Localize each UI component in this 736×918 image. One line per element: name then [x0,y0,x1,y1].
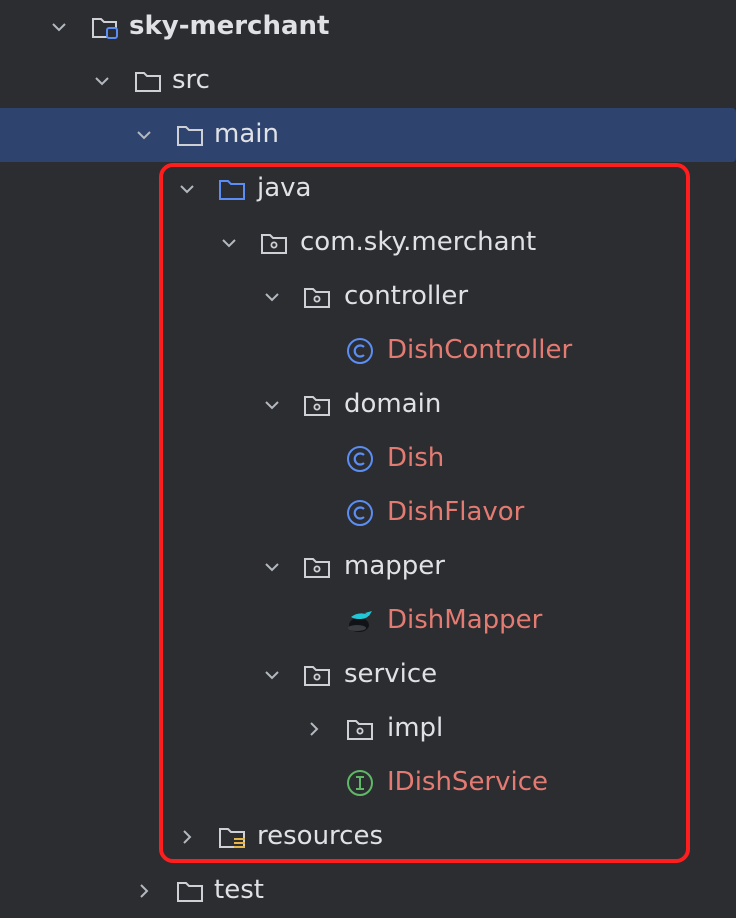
tree-row-dish-flavor[interactable]: DishFlavor [0,486,736,540]
chevron-down-icon[interactable] [261,664,283,686]
chevron-down-icon[interactable] [91,70,113,92]
tree-label: controller [344,281,469,311]
java-interface-icon [345,769,375,797]
tree-label: domain [344,389,442,419]
tree-label: Dish [387,443,445,473]
tree-label: DishMapper [387,605,543,635]
folder-icon [175,877,205,905]
tree-label: java [257,173,312,203]
chevron-down-icon[interactable] [133,124,155,146]
mybatis-mapper-icon [345,607,375,635]
package-icon [302,553,332,581]
tree-label: com.sky.merchant [300,227,537,257]
tree-row-java[interactable]: java [0,162,736,216]
module-folder-icon [90,13,120,41]
tree-row-impl[interactable]: impl [0,702,736,756]
chevron-down-icon[interactable] [261,394,283,416]
chevron-down-icon[interactable] [261,286,283,308]
tree-row-com-sky-merchant[interactable]: com.sky.merchant [0,216,736,270]
tree-row-dish[interactable]: Dish [0,432,736,486]
tree-label: impl [387,713,444,743]
package-icon [302,283,332,311]
tree-label: src [172,65,210,95]
source-root-folder-icon [217,175,247,203]
chevron-down-icon[interactable] [48,16,70,38]
java-class-icon [345,445,375,473]
java-class-icon [345,337,375,365]
tree-label: test [214,875,264,905]
tree-label: service [344,659,438,689]
tree-label: mapper [344,551,445,581]
package-icon [259,229,289,257]
chevron-right-icon[interactable] [303,718,325,740]
tree-label: DishController [387,335,573,365]
tree-label: DishFlavor [387,497,525,527]
tree-label: sky-merchant [129,11,330,41]
chevron-down-icon[interactable] [176,178,198,200]
tree-row-main[interactable]: main [0,108,736,162]
folder-icon [175,121,205,149]
tree-row-test[interactable]: test [0,864,736,918]
folder-icon [133,67,163,95]
tree-row-src[interactable]: src [0,54,736,108]
tree-row-dish-mapper[interactable]: DishMapper [0,594,736,648]
tree-label: resources [257,821,384,851]
tree-row-dish-controller[interactable]: DishController [0,324,736,378]
package-icon [345,715,375,743]
chevron-down-icon[interactable] [261,556,283,578]
tree-label: main [214,119,279,149]
package-icon [302,391,332,419]
tree-label: IDishService [387,767,549,797]
chevron-down-icon[interactable] [218,232,240,254]
tree-row-sky-merchant[interactable]: sky-merchant [0,0,736,54]
tree-row-resources[interactable]: resources [0,810,736,864]
tree-row-domain[interactable]: domain [0,378,736,432]
tree-row-idish-service[interactable]: IDishService [0,756,736,810]
resources-folder-icon [217,823,247,851]
chevron-right-icon[interactable] [176,826,198,848]
java-class-icon [345,499,375,527]
package-icon [302,661,332,689]
tree-row-mapper[interactable]: mapper [0,540,736,594]
tree-row-controller[interactable]: controller [0,270,736,324]
chevron-right-icon[interactable] [133,880,155,902]
tree-row-service[interactable]: service [0,648,736,702]
